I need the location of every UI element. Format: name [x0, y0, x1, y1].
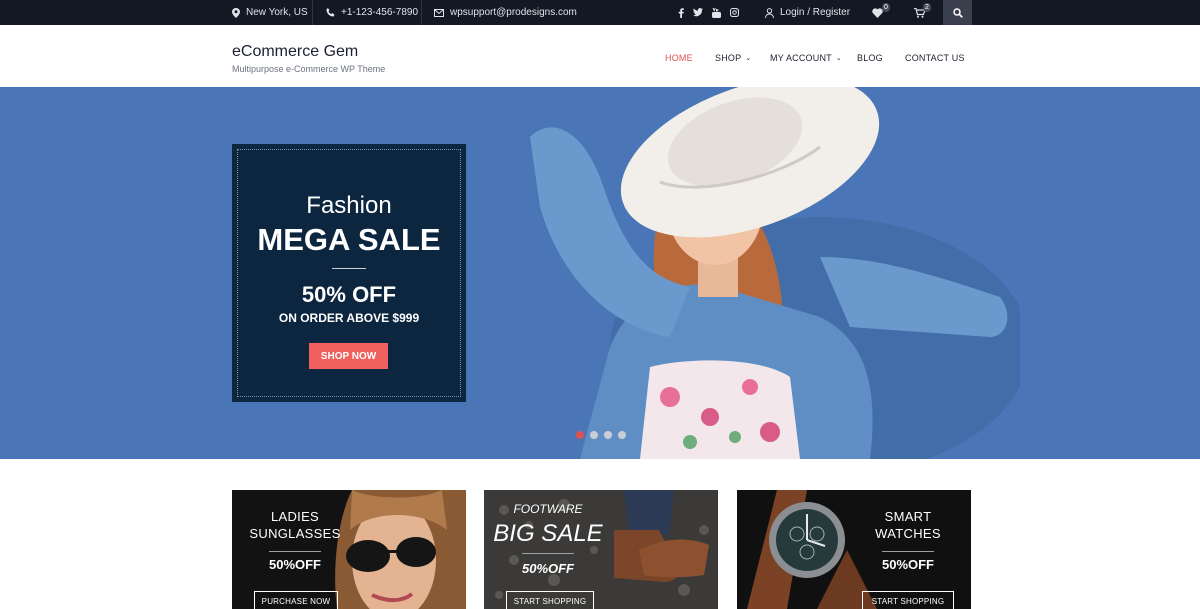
promo-discount: 50% OFF — [301, 282, 397, 307]
login-register-link[interactable]: Login / Register — [765, 0, 850, 25]
card-title-line: LADIES — [270, 509, 320, 524]
hero-model-photo — [530, 87, 1020, 459]
card-title: BIG SALE — [493, 520, 603, 547]
card-discount: 50%OFF — [268, 557, 321, 572]
category-card-watches[interactable]: SMART WATCHES 50%OFF START SHOPPING — [737, 490, 971, 609]
nav-my-account[interactable]: MY ACCOUNT ⌄ — [770, 52, 842, 64]
card-discount: 50%OFF — [881, 557, 934, 572]
user-icon — [765, 7, 774, 18]
divider — [421, 0, 422, 25]
purchase-now-button[interactable]: PURCHASE NOW — [254, 591, 338, 609]
card-title-line: SUNGLASSES — [249, 526, 341, 541]
search-icon — [952, 7, 963, 18]
map-pin-icon — [232, 7, 240, 18]
wishlist-count-badge: 0 — [882, 3, 890, 12]
wishlist-button[interactable] — [872, 0, 883, 25]
card-divider — [522, 553, 574, 554]
card-title-line: SMART — [884, 509, 932, 524]
category-card-sunglasses[interactable]: LADIES SUNGLASSES 50%OFF PURCHASE NOW — [232, 490, 466, 609]
slider-dot[interactable] — [604, 431, 612, 439]
slider-dot[interactable] — [590, 431, 598, 439]
nav-home-label: HOME — [665, 53, 693, 63]
nav-shop-label: SHOP — [715, 53, 742, 63]
start-shopping-button[interactable]: START SHOPPING — [862, 591, 954, 609]
nav-home[interactable]: HOME — [665, 52, 693, 64]
slider-dot[interactable] — [576, 431, 584, 439]
search-button[interactable] — [943, 0, 972, 25]
card-divider — [269, 551, 321, 552]
location-info: New York, US — [232, 0, 308, 25]
category-card-footware[interactable]: FOOTWARE BIG SALE 50%OFF START SHOPPING — [484, 490, 718, 609]
promo-fashion-text: Fashion — [306, 192, 392, 219]
promo-divider — [332, 268, 366, 269]
site-title[interactable]: eCommerce Gem — [232, 43, 358, 61]
login-text: Login / Register — [780, 7, 851, 18]
nav-contact-us[interactable]: CONTACT US — [905, 52, 965, 64]
slider-dot[interactable] — [618, 431, 626, 439]
site-header: eCommerce Gem Multipurpose e-Commerce WP… — [0, 25, 1200, 87]
nav-my-account-label: MY ACCOUNT — [770, 53, 832, 63]
start-shopping-button[interactable]: START SHOPPING — [506, 591, 594, 609]
phone-info[interactable]: +1-123-456-7890 — [326, 0, 418, 25]
shop-now-button[interactable]: SHOP NOW — [309, 343, 388, 369]
cart-count-badge: 2 — [923, 3, 931, 12]
card-title-line: WATCHES — [875, 526, 941, 541]
slider-pagination — [576, 431, 626, 439]
chevron-down-icon: ⌄ — [745, 55, 752, 62]
envelope-icon — [434, 8, 444, 17]
social-links — [678, 0, 739, 25]
card-discount: 50%OFF — [521, 561, 574, 576]
nav-blog[interactable]: BLOG — [857, 52, 883, 64]
chevron-down-icon: ⌄ — [835, 55, 842, 62]
promo-headline: MEGA SALE — [257, 222, 441, 257]
youtube-icon[interactable] — [712, 7, 721, 18]
instagram-icon[interactable] — [730, 8, 739, 17]
phone-icon — [326, 8, 335, 17]
nav-contact-us-label: CONTACT US — [905, 53, 965, 63]
card-subtitle: FOOTWARE — [513, 502, 583, 516]
sale-promo-panel: Fashion MEGA SALE 50% OFF ON ORDER ABOVE… — [232, 144, 466, 402]
top-bar: New York, US +1-123-456-7890 wpsupport@p… — [0, 0, 1200, 25]
divider — [312, 0, 313, 25]
site-tagline: Multipurpose e-Commerce WP Theme — [232, 64, 386, 74]
hero-slider[interactable]: Fashion MEGA SALE 50% OFF ON ORDER ABOVE… — [0, 87, 1200, 459]
email-text: wpsupport@prodesigns.com — [450, 7, 577, 18]
twitter-icon[interactable] — [693, 8, 703, 17]
card-divider — [882, 551, 934, 552]
card-title: LADIES SUNGLASSES — [232, 508, 358, 542]
phone-text: +1-123-456-7890 — [341, 7, 419, 18]
location-text: New York, US — [246, 7, 308, 18]
facebook-icon[interactable] — [678, 7, 684, 18]
card-title: SMART WATCHES — [845, 508, 971, 542]
email-info[interactable]: wpsupport@prodesigns.com — [434, 0, 577, 25]
nav-blog-label: BLOG — [857, 53, 883, 63]
nav-shop[interactable]: SHOP ⌄ — [715, 52, 751, 64]
promo-condition: ON ORDER ABOVE $999 — [278, 311, 420, 325]
